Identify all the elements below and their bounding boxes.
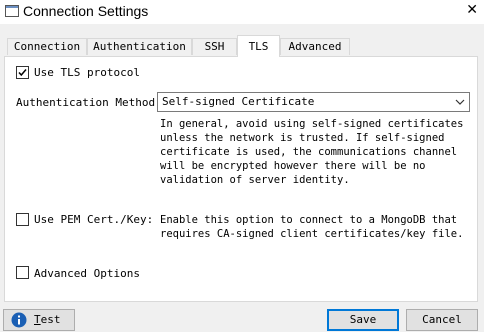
use-tls-checkbox[interactable] [16, 66, 29, 79]
chevron-down-icon [455, 99, 465, 105]
tab-connection[interactable]: Connection [7, 38, 87, 55]
tab-authentication[interactable]: Authentication [87, 38, 192, 55]
advanced-options-checkbox[interactable] [16, 266, 29, 279]
use-pem-label: Use PEM Cert./Key: [34, 213, 154, 226]
use-tls-label: Use TLS protocol [34, 66, 140, 79]
title-bar: Connection Settings ✕ [0, 0, 484, 24]
window-title: Connection Settings [23, 3, 149, 19]
advanced-options-label: Advanced Options [34, 267, 140, 280]
save-button[interactable]: Save [327, 309, 399, 331]
test-button[interactable]: Test [3, 309, 75, 331]
checkmark-icon [18, 69, 27, 77]
test-button-label-mnemonic: T [34, 313, 41, 326]
auth-method-label: Authentication Method: [16, 96, 162, 109]
test-button-label-rest: est [40, 313, 61, 326]
auth-method-value: Self-signed Certificate [162, 95, 315, 108]
pem-help: Enable this option to connect to a Mongo… [160, 214, 464, 240]
close-icon[interactable]: ✕ [466, 2, 478, 18]
window-app-icon [5, 5, 19, 17]
tab-tls[interactable]: TLS [237, 35, 280, 57]
info-icon [11, 312, 27, 328]
auth-method-help: In general, avoid using self-signed cert… [160, 118, 464, 186]
use-pem-checkbox[interactable] [16, 213, 29, 226]
tab-advanced[interactable]: Advanced [280, 38, 350, 55]
auth-method-select[interactable]: Self-signed Certificate [157, 92, 470, 112]
tab-ssh[interactable]: SSH [192, 38, 237, 55]
cancel-button[interactable]: Cancel [406, 309, 478, 331]
